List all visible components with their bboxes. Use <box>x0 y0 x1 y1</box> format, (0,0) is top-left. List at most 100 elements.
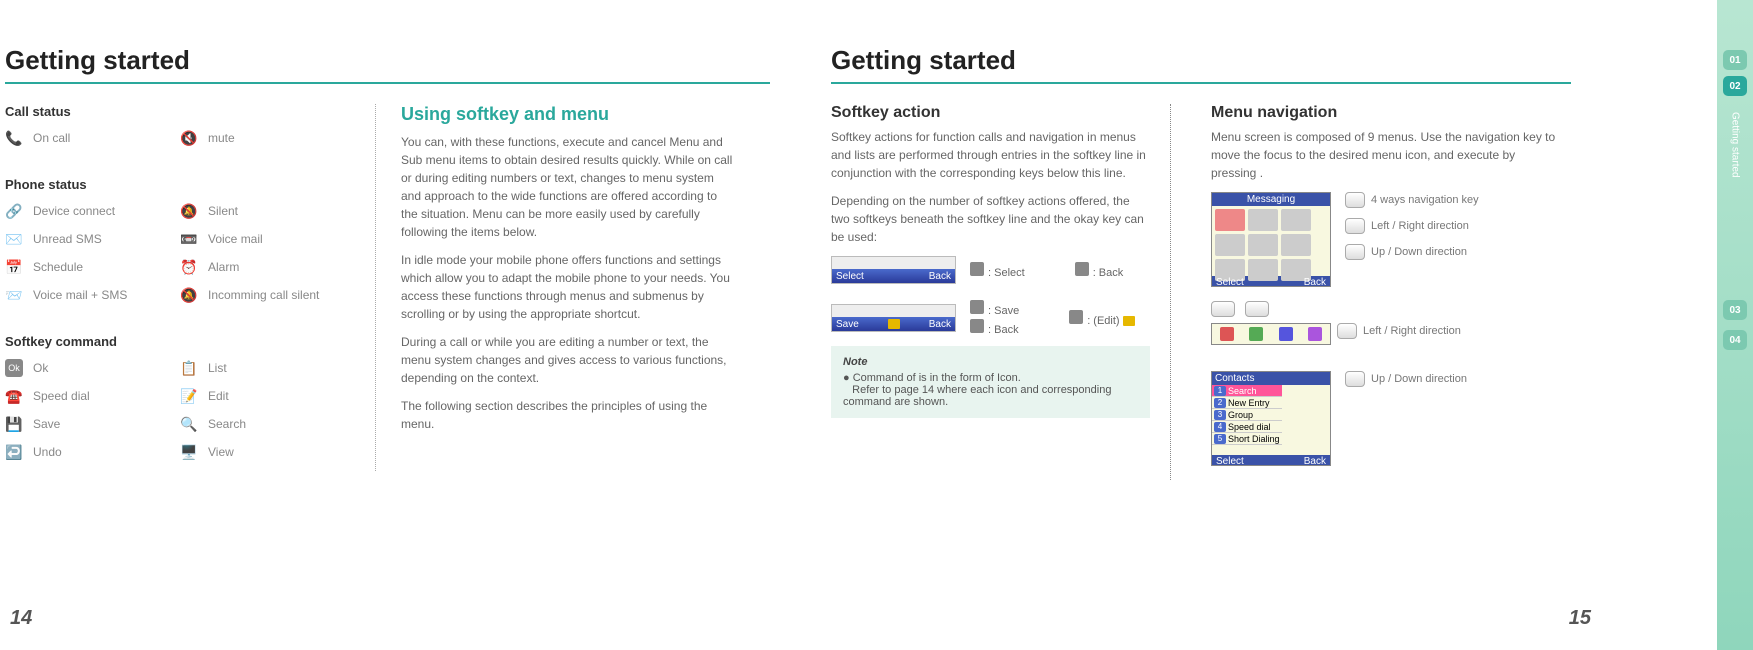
status-label: Schedule <box>33 260 83 274</box>
list-item: 2New Entry <box>1212 397 1282 409</box>
key-icon <box>1069 310 1083 324</box>
softkey-left-icon <box>1211 301 1235 317</box>
softkey-bar: 5987408 Save Back <box>831 304 956 332</box>
page-number: 14 <box>10 607 32 630</box>
status-label: On call <box>33 131 70 145</box>
softkey-left-label: Save <box>836 319 859 330</box>
command-item: ☎️Speed dial <box>5 387 170 405</box>
list-item: 3Group <box>1212 409 1282 421</box>
command-label: Save <box>33 417 60 431</box>
screen-title: Messaging <box>1212 193 1330 206</box>
status-label: Device connect <box>33 204 115 218</box>
list-icon: 📋 <box>180 359 198 377</box>
mute-icon: 🔇 <box>180 129 198 147</box>
softkey-desc: : Select <box>970 262 1025 279</box>
phone-screen-messaging: Messaging SelectBack <box>1211 192 1331 287</box>
nav-example-row: Left / Right direction <box>1211 323 1561 357</box>
nav-key-icon <box>1345 192 1365 208</box>
command-label: Search <box>208 417 246 431</box>
phone-status-heading: Phone status <box>5 177 345 192</box>
keypad-hint <box>1211 301 1561 317</box>
body-paragraph: The following section describes the prin… <box>401 397 735 433</box>
key-icon <box>970 319 984 333</box>
command-item: OkOk <box>5 359 170 377</box>
status-item: ⏰Alarm <box>180 258 345 276</box>
menu-navigation-column: Menu navigation Menu screen is composed … <box>1201 104 1561 480</box>
body-paragraph: Depending on the number of softkey actio… <box>831 192 1150 246</box>
status-label: mute <box>208 131 235 145</box>
nav-key-desc: Up / Down direction <box>1345 371 1467 387</box>
search-icon: 🔍 <box>180 415 198 433</box>
softkey-right-label: Back <box>929 271 951 282</box>
nav-example-row: Contacts 1Search 2New Entry 3Group 4Spee… <box>1211 371 1561 466</box>
save-icon: 💾 <box>5 415 23 433</box>
command-item: ↩️ Undo <box>5 443 170 461</box>
body-paragraph: In idle mode your mobile phone offers fu… <box>401 251 735 323</box>
schedule-icon: 📅 <box>5 258 23 276</box>
body-paragraph: You can, with these functions, execute a… <box>401 133 735 241</box>
command-item: 📋List <box>180 359 345 377</box>
status-item: ✉️ Unread SMS <box>5 230 170 248</box>
status-item: 📨Voice mail + SMS <box>5 286 170 304</box>
page-right: Getting started Softkey action Softkey a… <box>801 0 1601 650</box>
nav-key-icon <box>1337 323 1357 339</box>
softkey-desc: : (Edit) <box>1069 310 1134 327</box>
chapter-tab[interactable]: 04 <box>1723 330 1747 350</box>
undo-icon: ↩️ <box>5 443 23 461</box>
key-icon <box>970 262 984 276</box>
strip-icon <box>1220 327 1234 341</box>
title-rule <box>831 82 1571 84</box>
status-item: 🔇 mute <box>180 129 345 147</box>
call-status-heading: Call status <box>5 104 345 119</box>
phone-screen-contacts: Contacts 1Search 2New Entry 3Group 4Spee… <box>1211 371 1331 466</box>
page-title: Getting started <box>5 45 770 76</box>
key-icon <box>1075 262 1089 276</box>
edit-mini-icon <box>888 319 900 329</box>
body-paragraph: Softkey actions for function calls and n… <box>831 128 1150 182</box>
body-paragraph: During a call or while you are editing a… <box>401 333 735 387</box>
command-item: 📝Edit <box>180 387 345 405</box>
speed-dial-icon: ☎️ <box>5 387 23 405</box>
chapter-tab[interactable]: 01 <box>1723 50 1747 70</box>
device-connect-icon: 🔗 <box>5 202 23 220</box>
command-label: Undo <box>33 445 62 459</box>
body-paragraph: Menu screen is composed of 9 menus. Use … <box>1211 128 1561 182</box>
view-icon: 🖥️ <box>180 443 198 461</box>
nav-example-row: Messaging SelectBack 4 ways navigation k… <box>1211 192 1561 287</box>
using-column: Using softkey and menu You can, with the… <box>375 104 735 471</box>
chapter-tab[interactable]: 02 <box>1723 76 1747 96</box>
command-item: 🖥️ View <box>180 443 345 461</box>
softkey-bar: Select Back <box>831 256 956 284</box>
page-title: Getting started <box>831 45 1571 76</box>
unread-sms-icon: ✉️ <box>5 230 23 248</box>
ok-icon: Ok <box>5 359 23 377</box>
status-item: 📼 Voice mail <box>180 230 345 248</box>
nav-key-desc: Up / Down direction <box>1345 244 1479 260</box>
status-column: Call status 📞 On call 🔇 mute Phone statu… <box>5 104 345 471</box>
softkey-right-icon <box>1245 301 1269 317</box>
list-item: 1Search <box>1212 385 1282 397</box>
voice-mail-sms-icon: 📨 <box>5 286 23 304</box>
note-box: Note ● Command of is in the form of Icon… <box>831 346 1150 418</box>
status-label: Unread SMS <box>33 232 102 246</box>
chapter-tab[interactable]: 03 <box>1723 300 1747 320</box>
chapter-side-label: Getting started <box>1730 112 1741 178</box>
key-icon <box>970 300 984 314</box>
command-label: Edit <box>208 389 229 403</box>
command-label: View <box>208 445 234 459</box>
on-call-icon: 📞 <box>5 129 23 147</box>
list-item: 5Short Dialing <box>1212 433 1282 445</box>
status-label: Alarm <box>208 260 239 274</box>
voice-mail-icon: 📼 <box>180 230 198 248</box>
softkey-left-label: Select <box>836 271 864 282</box>
softkey-command-heading: Softkey command <box>5 334 345 349</box>
status-item: 🔗 Device connect <box>5 202 170 220</box>
softkey-action-heading: Softkey action <box>831 104 1150 122</box>
command-item: 🔍 Search <box>180 415 345 433</box>
title-rule <box>5 82 770 84</box>
softkey-right-label: Back <box>929 319 951 330</box>
chapter-tabs: 01 02 Getting started 03 04 <box>1717 0 1753 650</box>
status-label: Voice mail <box>208 232 263 246</box>
status-item: 🔕Incomming call silent <box>180 286 345 304</box>
list-item: 4Speed dial <box>1212 421 1282 433</box>
